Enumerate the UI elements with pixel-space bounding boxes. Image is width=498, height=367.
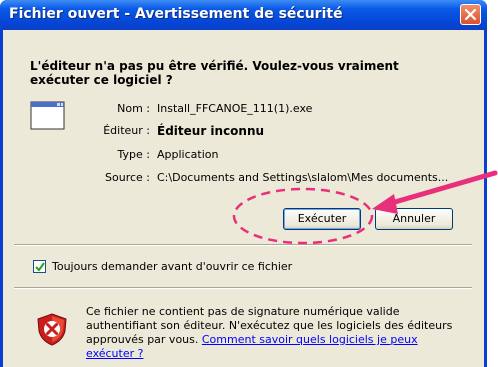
checkbox-check-icon — [35, 262, 45, 272]
security-shield-icon — [37, 313, 67, 346]
field-label-name: Nom : — [117, 102, 150, 115]
dialog-question: L'éditeur n'a pas pu être vérifié. Voule… — [30, 59, 399, 87]
field-label-type: Type : — [117, 148, 150, 161]
always-ask-checkbox[interactable] — [33, 260, 46, 273]
title-bar[interactable]: Fichier ouvert - Avertissement de sécuri… — [0, 0, 487, 30]
field-value-type: Application — [157, 148, 219, 161]
close-icon — [464, 8, 477, 21]
dialog-title: Fichier ouvert - Avertissement de sécuri… — [9, 6, 343, 22]
dialog-window: Fichier ouvert - Avertissement de sécuri… — [0, 0, 487, 367]
warning-text-block: Ce fichier ne contient pas de signature … — [86, 305, 466, 361]
background-strip — [487, 0, 498, 367]
field-value-name: Install_FFCANOE_111(1).exe — [157, 102, 313, 115]
cancel-button[interactable]: Annuler — [375, 208, 453, 230]
field-value-source: C:\Documents and Settings\slalom\Mes doc… — [157, 171, 449, 184]
run-button[interactable]: Exécuter — [283, 208, 361, 230]
close-button[interactable] — [460, 4, 481, 25]
separator — [14, 244, 472, 246]
field-value-publisher: Éditeur inconnu — [157, 124, 265, 138]
field-label-publisher: Éditeur : — [103, 124, 150, 137]
field-label-source: Source : — [105, 171, 150, 184]
application-icon — [30, 101, 65, 130]
separator-2 — [14, 287, 472, 289]
always-ask-label[interactable]: Toujours demander avant d'ouvrir ce fich… — [52, 260, 292, 273]
